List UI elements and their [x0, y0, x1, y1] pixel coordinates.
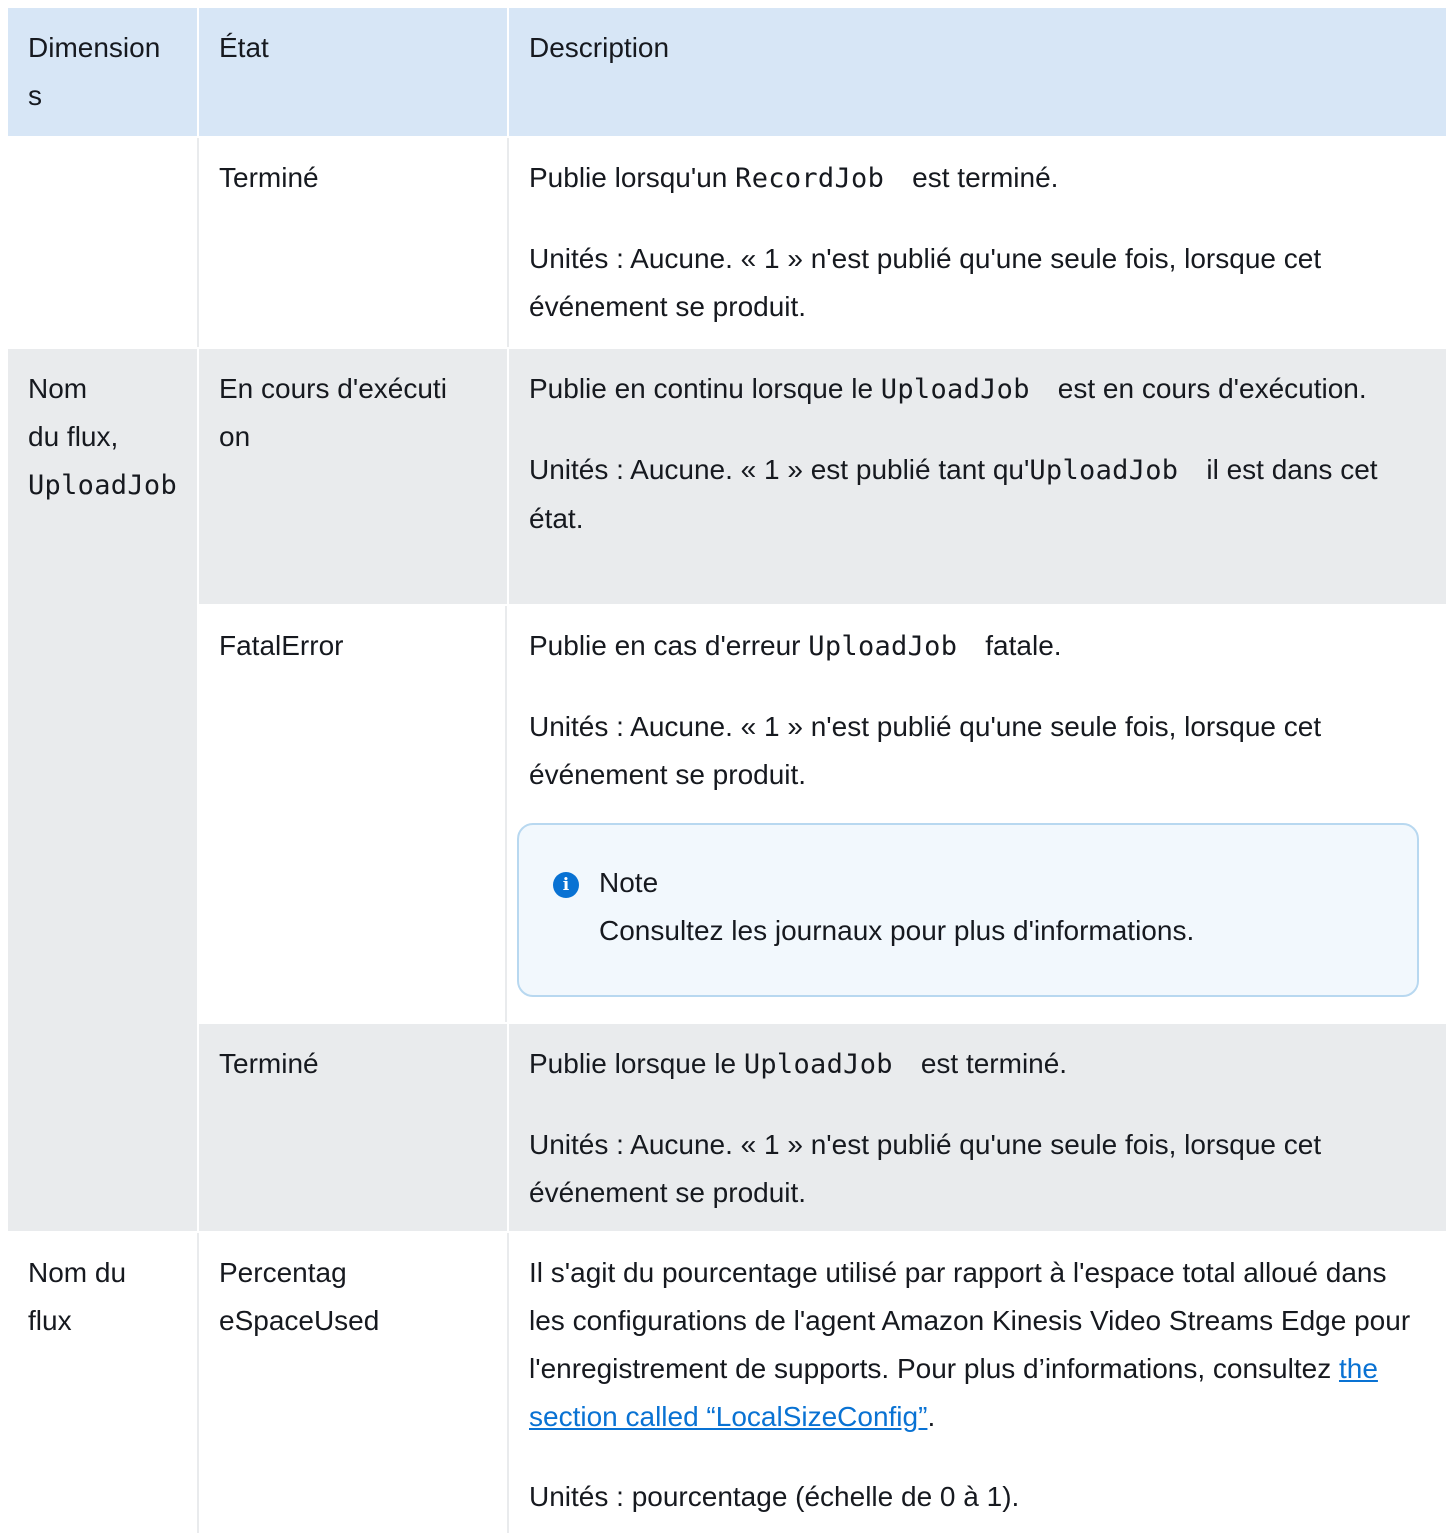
row2-dimension-line1: Nom	[28, 373, 88, 404]
row2-desc-pre: Publie en continu lorsque le	[529, 373, 881, 404]
row3-desc-code: UploadJob	[808, 631, 958, 662]
row2-desc-post: est en cours d'exécution.	[1057, 373, 1367, 404]
row1-units: Unités : Aucune. « 1 » n'est publié qu'u…	[529, 243, 1322, 322]
row4-desc-pre: Publie lorsque le	[529, 1048, 744, 1079]
row5-desc-end: .	[927, 1401, 936, 1432]
row3-state: FatalError	[219, 630, 344, 661]
row2-dimension-line2: du flux,	[28, 421, 119, 452]
cell-description: Publie en continu lorsque le UploadJob es…	[509, 349, 1446, 604]
header-state: État	[199, 8, 507, 136]
row4-desc-code: UploadJob	[743, 1049, 893, 1080]
cell-state: Terminé	[199, 1024, 507, 1231]
row4-units: Unités : Aucune. « 1 » n'est publié qu'u…	[529, 1129, 1322, 1208]
cell-dimension	[8, 138, 197, 347]
cell-state: FatalError	[199, 606, 507, 1022]
header-divider	[197, 8, 199, 136]
row3-units: Unités : Aucune. « 1 » n'est publié qu'u…	[529, 711, 1322, 790]
cell-state: Terminé	[197, 138, 509, 347]
cell-dimension: Nom du flux	[8, 1233, 197, 1533]
row2-units-pre: Unités : Aucune. « 1 » est publié tant q…	[529, 454, 1030, 485]
row3-desc-pre: Publie en cas d'erreur	[529, 630, 809, 661]
header-description: Description	[509, 8, 1446, 136]
row5-state-line2: eSpaceUsed	[219, 1305, 380, 1336]
row5-dimension-line1: Nom du	[28, 1257, 127, 1288]
note-text: Consultez les journaux pour plus d'infor…	[599, 915, 1195, 946]
row5-units: Unités : pourcentage (échelle de 0 à 1).	[529, 1481, 1020, 1512]
header-col1-wrap: s	[28, 80, 42, 111]
row5-state-line1: Percentag	[219, 1257, 347, 1288]
row4-desc-post: est terminé.	[920, 1048, 1068, 1079]
header-col1-text: Dimension	[28, 32, 161, 63]
row1-state: Terminé	[219, 162, 319, 193]
row5-dimension-line2: flux	[28, 1305, 72, 1336]
dimension-text: Nom du flux, UploadJob	[8, 349, 197, 1231]
header-divider	[507, 8, 509, 136]
note-callout: i Note Consultez les journaux pour plus …	[517, 823, 1419, 997]
cell-description: Il s'agit du pourcentage utilisé par rap…	[507, 1233, 1446, 1533]
header-col3-text: Description	[529, 32, 670, 63]
cell-dimension-uploadjob: Nom du flux, UploadJob	[8, 349, 197, 1231]
row2-dimension-code: UploadJob	[28, 470, 177, 501]
row5-desc-text: Il s'agit du pourcentage utilisé par rap…	[529, 1257, 1411, 1384]
row2-desc: Publie en continu lorsque le UploadJob es…	[529, 365, 1426, 414]
cell-state: Percentag eSpaceUsed	[197, 1233, 509, 1533]
row4-state: Terminé	[219, 1048, 319, 1079]
row2-units-code: UploadJob	[1029, 455, 1179, 486]
table-header-row: Dimension s État Description	[8, 8, 1446, 136]
row1-desc-code: RecordJob	[735, 163, 885, 194]
row1-desc-post: est terminé.	[912, 162, 1059, 193]
table-row: Terminé Publie lorsqu'un RecordJob est te…	[8, 138, 1446, 347]
row2-desc-code: UploadJob	[880, 374, 1030, 405]
cell-state: En cours d'exécuti on	[199, 349, 507, 604]
row2-state-line2: on	[219, 421, 251, 452]
table-row: En cours d'exécuti on Publie en continu …	[199, 349, 1446, 604]
row3-desc: Publie en cas d'erreur UploadJob fatale.	[529, 622, 1426, 671]
note-title: Note	[599, 867, 659, 898]
row1-desc-pre: Publie lorsqu'un	[529, 162, 736, 193]
row3-desc-post: fatale.	[985, 630, 1062, 661]
table-row: Nom du flux Percentag eSpaceUsed Il s'ag…	[8, 1233, 1446, 1533]
row1-desc: Publie lorsqu'un RecordJob est terminé.	[529, 154, 1426, 203]
cell-description: Publie lorsqu'un RecordJob est terminé. U…	[507, 138, 1446, 347]
row4-desc: Publie lorsque le UploadJob est terminé.	[529, 1040, 1426, 1089]
cell-description: Publie lorsque le UploadJob est terminé. …	[509, 1024, 1446, 1231]
info-icon: i	[553, 872, 579, 898]
row2-units: Unités : Aucune. « 1 » est publié tant q…	[529, 446, 1426, 543]
column-divider	[197, 349, 199, 1231]
header-dimensions: Dimension s	[8, 8, 197, 136]
header-col2-text: État	[219, 32, 269, 63]
table-row: Terminé Publie lorsque le UploadJob est t…	[199, 1024, 1446, 1231]
row5-desc: Il s'agit du pourcentage utilisé par rap…	[529, 1249, 1426, 1441]
row2-state-line1: En cours d'exécuti	[219, 373, 447, 404]
